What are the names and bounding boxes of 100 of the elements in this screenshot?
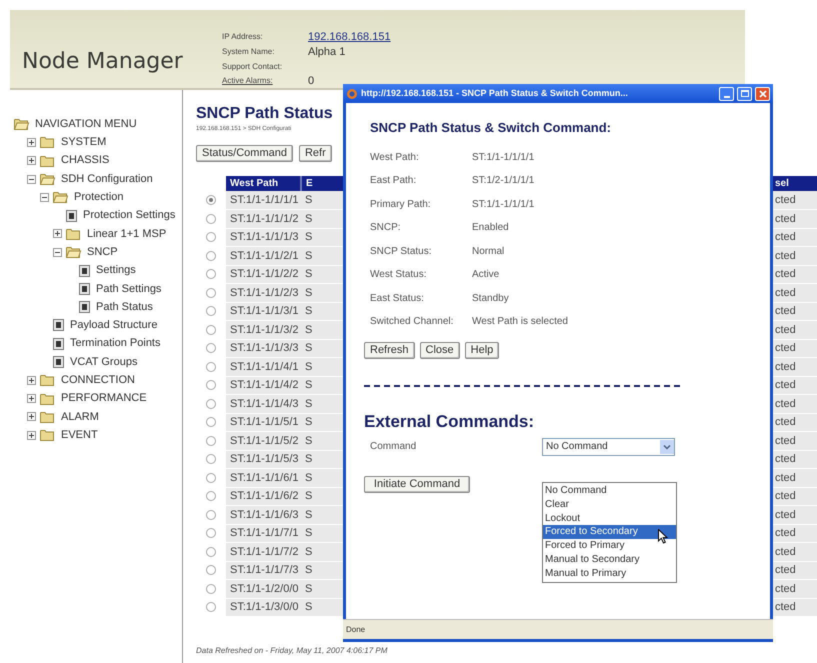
radio-button[interactable] (206, 510, 216, 520)
column-header: E (301, 176, 345, 191)
popup-heading: SNCP Path Status & Switch Command: (370, 119, 612, 137)
table-cell: ST:1/1-1/1/7/1 (226, 524, 301, 542)
radio-button[interactable] (206, 398, 216, 409)
radio-button[interactable] (206, 417, 216, 428)
folder-icon (40, 429, 55, 442)
close-icon (758, 90, 766, 98)
table-cell: S (301, 265, 345, 284)
info-label: System Name: (222, 46, 276, 58)
nav-item[interactable]: VCAT Groups (70, 354, 138, 370)
minimize-button[interactable] (719, 86, 734, 100)
expand-icon[interactable] (53, 229, 62, 238)
radio-button[interactable] (206, 528, 216, 538)
page-icon (79, 264, 90, 277)
table-cell: cted (773, 598, 817, 616)
dropdown-option[interactable]: Manual to Primary (543, 566, 676, 581)
nav-item[interactable]: Protection (74, 189, 124, 206)
dropdown-option[interactable]: Manual to Secondary (543, 552, 676, 567)
expand-icon[interactable] (27, 376, 36, 385)
table-cell: ST:1/1-1/3/0/0 (226, 598, 301, 616)
radio-button[interactable] (206, 380, 216, 390)
table-cell: S (301, 432, 345, 450)
table-cell: ST:1/1-1/2/0/0 (226, 580, 301, 598)
dropdown-option[interactable]: Forced to Secondary (543, 525, 676, 540)
nav-item[interactable]: NAVIGATION MENU (35, 116, 137, 132)
table-cell: cted (773, 320, 817, 339)
open-folder-icon (40, 173, 55, 186)
collapse-icon[interactable] (40, 192, 49, 202)
table-cell: ST:1/1-1/1/3/3 (226, 339, 301, 358)
radio-button[interactable] (206, 454, 216, 464)
close-button[interactable] (755, 86, 770, 100)
table-cell: ST:1/1-1/1/7/2 (226, 542, 301, 561)
radio-button[interactable] (206, 324, 216, 335)
radio-button[interactable] (206, 565, 216, 576)
table-cell: cted (773, 210, 817, 228)
expand-icon[interactable] (27, 156, 36, 166)
nav-item[interactable]: Path Settings (96, 280, 162, 298)
page-icon (53, 319, 64, 332)
nav-item[interactable]: SYSTEM (61, 134, 106, 151)
nav-item[interactable]: SNCP (87, 244, 118, 260)
expand-icon[interactable] (27, 412, 36, 422)
toolbar-button[interactable]: Status/Command (196, 145, 293, 162)
info-label: Support Contact: (222, 60, 284, 72)
nav-item[interactable]: EVENT (61, 426, 98, 444)
dropdown-option[interactable]: No Command (543, 484, 676, 498)
nav-item[interactable]: SDH Configuration (61, 170, 153, 188)
radio-button[interactable] (206, 232, 216, 242)
nav-item[interactable]: ALARM (61, 408, 99, 426)
table-cell: ST:1/1-1/1/4/3 (226, 394, 301, 413)
radio-button[interactable] (206, 472, 216, 483)
popup-button[interactable]: Close (420, 342, 460, 358)
page-icon (53, 338, 64, 350)
command-select[interactable]: No Command (542, 438, 675, 456)
radio-button[interactable] (206, 269, 216, 280)
radio-button[interactable] (206, 343, 216, 354)
collapse-icon[interactable] (53, 248, 62, 257)
nav-item[interactable]: Linear 1+1 MSP (87, 226, 166, 242)
expand-icon[interactable] (27, 138, 36, 147)
radio-button[interactable] (206, 214, 216, 224)
nav-item[interactable]: Settings (96, 262, 136, 279)
dropdown-option[interactable]: Forced to Primary (543, 539, 676, 553)
toolbar-button[interactable]: Refr (298, 145, 332, 162)
radio-button[interactable] (206, 602, 216, 612)
collapse-icon[interactable] (27, 174, 36, 184)
table-cell: S (301, 542, 345, 561)
popup-button[interactable]: Help (464, 342, 500, 358)
radio-button[interactable] (206, 491, 216, 502)
info-label[interactable]: Active Alarms: (222, 75, 308, 87)
nav-item[interactable]: Termination Points (70, 335, 160, 352)
nav-item[interactable]: PERFORMANCE (61, 390, 147, 407)
table-cell: S (301, 246, 345, 265)
radio-button[interactable] (206, 250, 216, 261)
nav-item[interactable]: CONNECTION (61, 372, 135, 389)
expand-icon[interactable] (27, 430, 36, 440)
expand-icon[interactable] (27, 394, 36, 404)
radio-button[interactable] (206, 436, 216, 446)
radio-button[interactable] (206, 194, 216, 205)
nav-item[interactable]: CHASSIS (61, 152, 110, 169)
radio-button[interactable] (206, 306, 216, 316)
table-cell: ST:1/1-1/1/1/2 (226, 210, 301, 228)
radio-button[interactable] (206, 362, 216, 372)
radio-button[interactable] (206, 546, 216, 557)
popup-button[interactable]: Refresh (364, 342, 415, 358)
table-cell: ST:1/1-1/1/1/3 (226, 228, 301, 246)
radio-button[interactable] (206, 584, 216, 594)
dropdown-option[interactable]: Clear (543, 498, 676, 512)
folder-icon (40, 136, 55, 148)
table-cell: cted (773, 228, 817, 246)
initiate-command-button[interactable]: Initiate Command (364, 476, 470, 492)
maximize-button[interactable] (737, 86, 752, 100)
page-icon (79, 301, 90, 314)
radio-button[interactable] (206, 288, 216, 298)
field-value: Normal (472, 244, 504, 259)
info-value[interactable]: 192.168.168.151 (308, 28, 391, 46)
nav-item[interactable]: Payload Structure (70, 317, 158, 334)
nav-item[interactable]: Protection Settings (83, 207, 176, 224)
dropdown-option[interactable]: Lockout (543, 512, 676, 526)
field-value: ST:1/1-1/1/1/1 (472, 198, 534, 212)
nav-item[interactable]: Path Status (96, 298, 153, 316)
